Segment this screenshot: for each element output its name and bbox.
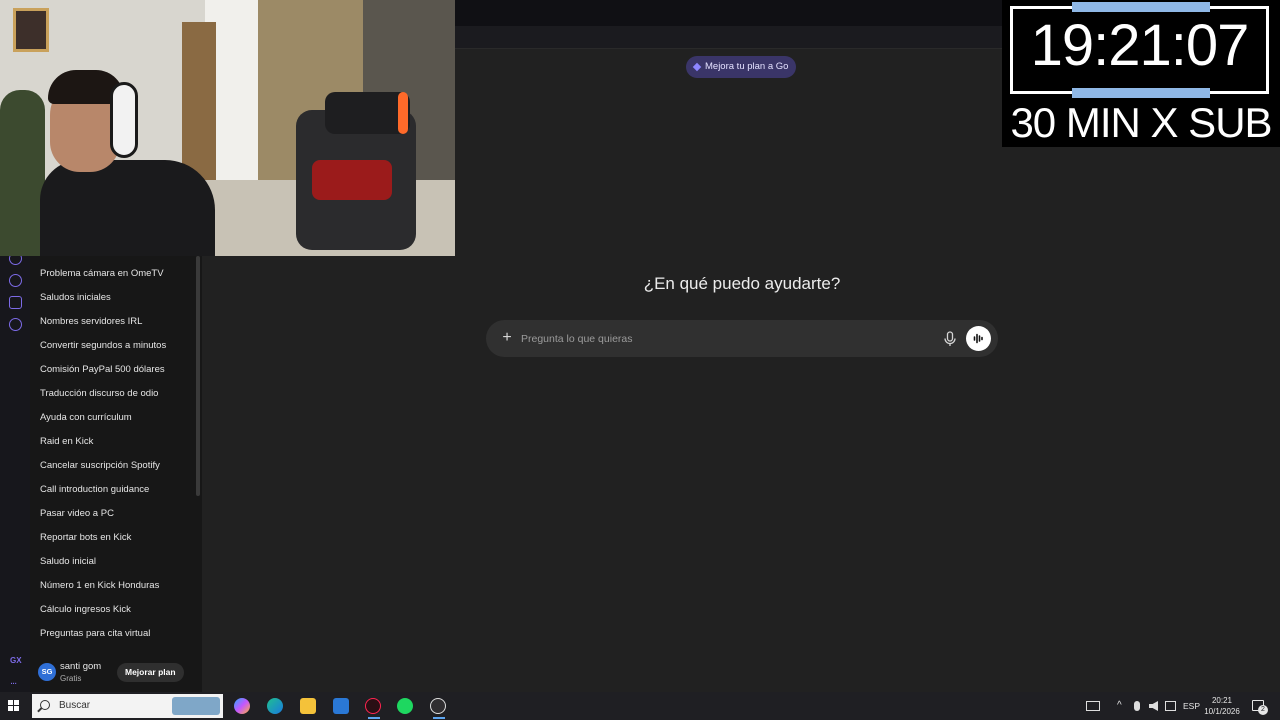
chat-item[interactable]: Comisión PayPal 500 dólares: [40, 360, 165, 380]
voice-mode-button[interactable]: [966, 326, 991, 351]
file-explorer-icon[interactable]: [300, 698, 316, 714]
settings-icon[interactable]: [9, 318, 22, 331]
chat-item[interactable]: Problema cámara en OmeTV: [40, 264, 164, 284]
chat-item[interactable]: Preguntas para cita virtual: [40, 624, 150, 644]
stream-timer-overlay: 19:21:07 30 MIN X SUB: [1002, 0, 1280, 147]
chat-item[interactable]: Reportar bots en Kick: [40, 528, 131, 548]
sidebar-scrollbar[interactable]: [196, 256, 200, 496]
mail-icon[interactable]: [333, 698, 349, 714]
prompt-composer: +: [486, 320, 998, 357]
promo-text: 30 MIN X SUB: [1010, 99, 1272, 146]
gx-label[interactable]: GX: [10, 656, 22, 665]
user-plan: Gratis: [60, 674, 82, 683]
language-indicator[interactable]: ESP: [1183, 692, 1200, 720]
chat-item[interactable]: Número 1 en Kick Honduras: [40, 576, 159, 596]
history-icon[interactable]: [9, 274, 22, 287]
clock-date[interactable]: 10/1/2026: [1201, 707, 1243, 716]
notification-count: 2: [1258, 705, 1268, 715]
search-highlight-image: [172, 697, 220, 715]
volume-icon[interactable]: [1149, 701, 1158, 711]
widgets-icon[interactable]: [1086, 701, 1100, 711]
chevron-up-icon[interactable]: ^: [1117, 692, 1122, 720]
upgrade-go-pill[interactable]: Mejora tu plan a Go: [686, 56, 797, 78]
webcam-overlay: [0, 0, 455, 256]
chat-item[interactable]: Call introduction guidance: [40, 480, 149, 500]
search-label: Buscar: [59, 700, 91, 711]
copilot-icon[interactable]: [234, 698, 250, 714]
obs-icon[interactable]: [430, 698, 446, 719]
search-icon: [40, 700, 50, 710]
more-icon[interactable]: ...: [10, 675, 17, 687]
chat-item[interactable]: Convertir segundos a minutos: [40, 336, 166, 356]
clock-time[interactable]: 20:21: [1205, 696, 1239, 705]
chat-item[interactable]: Cancelar suscripción Spotify: [40, 456, 160, 476]
taskbar-search[interactable]: Buscar: [32, 694, 223, 718]
chat-item[interactable]: Nombres servidores IRL: [40, 312, 142, 332]
microphone-icon[interactable]: [942, 330, 958, 348]
chat-item[interactable]: Saludo inicial: [40, 552, 96, 572]
windows-start-icon[interactable]: [8, 700, 20, 712]
upgrade-go-label: Mejora tu plan a Go: [705, 61, 789, 72]
prompt-input[interactable]: [517, 329, 925, 348]
waveform-icon: [973, 333, 983, 344]
greeting-heading: ¿En qué puedo ayudarte?: [643, 274, 841, 293]
microphone-tray-icon[interactable]: [1134, 701, 1140, 711]
chat-item[interactable]: Saludos iniciales: [40, 288, 111, 308]
chat-item[interactable]: Raid en Kick: [40, 432, 93, 452]
user-profile[interactable]: SG santi gom Gratis Mejorar plan: [30, 652, 202, 692]
add-attachment-icon[interactable]: +: [497, 328, 517, 348]
chat-item[interactable]: Cálculo ingresos Kick: [40, 600, 131, 620]
timer-countdown: 19:21:07: [1030, 13, 1250, 78]
extensions-icon[interactable]: [9, 296, 22, 309]
edge-icon[interactable]: [267, 698, 283, 714]
user-name: santi gom: [60, 661, 102, 672]
avatar: SG: [38, 663, 56, 681]
opera-gx-icon[interactable]: [365, 698, 381, 719]
chat-item[interactable]: Traducción discurso de odio: [40, 384, 158, 404]
spotify-icon[interactable]: [397, 698, 413, 714]
taskbar: Buscar ^ ESP 20:21 10/1/2026 2: [0, 692, 1280, 720]
chat-item[interactable]: Ayuda con currículum: [40, 408, 132, 428]
network-icon[interactable]: [1165, 701, 1176, 711]
upgrade-plan-button[interactable]: Mejorar plan: [117, 663, 184, 682]
chat-item[interactable]: Pasar video a PC: [40, 504, 114, 524]
sparkle-icon: [692, 62, 702, 72]
